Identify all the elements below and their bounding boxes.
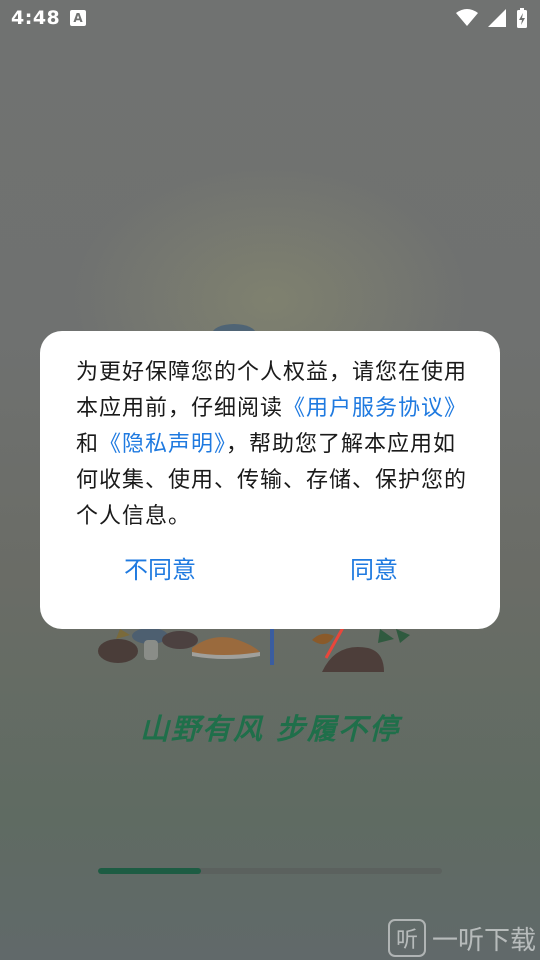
- wifi-icon: [456, 9, 478, 26]
- battery-charging-icon: [517, 8, 527, 28]
- mushroom-stem: [144, 640, 158, 660]
- splash-progress-bar: [98, 868, 442, 874]
- leaf-orange: [312, 633, 334, 645]
- splash-progress-fill: [98, 868, 202, 874]
- watermark-logo-icon: 听: [387, 919, 426, 957]
- splash-slogan: 山野有风 步履不停: [139, 712, 401, 746]
- watermark: 听 一听下载: [387, 918, 536, 958]
- disagree-button[interactable]: 不同意: [124, 545, 196, 589]
- dialog-message: 为更好保障您的个人权益，请您在使用本应用前，仔细阅读《用户服务协议》和《隐私声明…: [76, 355, 468, 535]
- rock-left: [98, 639, 138, 663]
- signal-icon: [488, 9, 506, 27]
- terms-of-service-link[interactable]: 《用户服务协议》: [283, 396, 467, 421]
- privacy-policy-link[interactable]: 《隐私声明》: [99, 432, 226, 457]
- watermark-text: 一听下载: [431, 925, 536, 956]
- privacy-dialog: 为更好保障您的个人权益，请您在使用本应用前，仔细阅读《用户服务协议》和《隐私声明…: [40, 331, 500, 629]
- leaves-left: [116, 629, 130, 639]
- notification-badge: A: [70, 10, 86, 26]
- status-time: 4:48: [11, 7, 61, 29]
- agree-button[interactable]: 同意: [350, 545, 398, 589]
- status-bar: 4:48 A: [0, 0, 540, 36]
- hiking-pole: [270, 629, 274, 665]
- leaves-right: [378, 629, 410, 643]
- status-icons: [456, 7, 528, 29]
- dialog-text-and: 和: [76, 432, 100, 457]
- rock-mid: [162, 631, 198, 649]
